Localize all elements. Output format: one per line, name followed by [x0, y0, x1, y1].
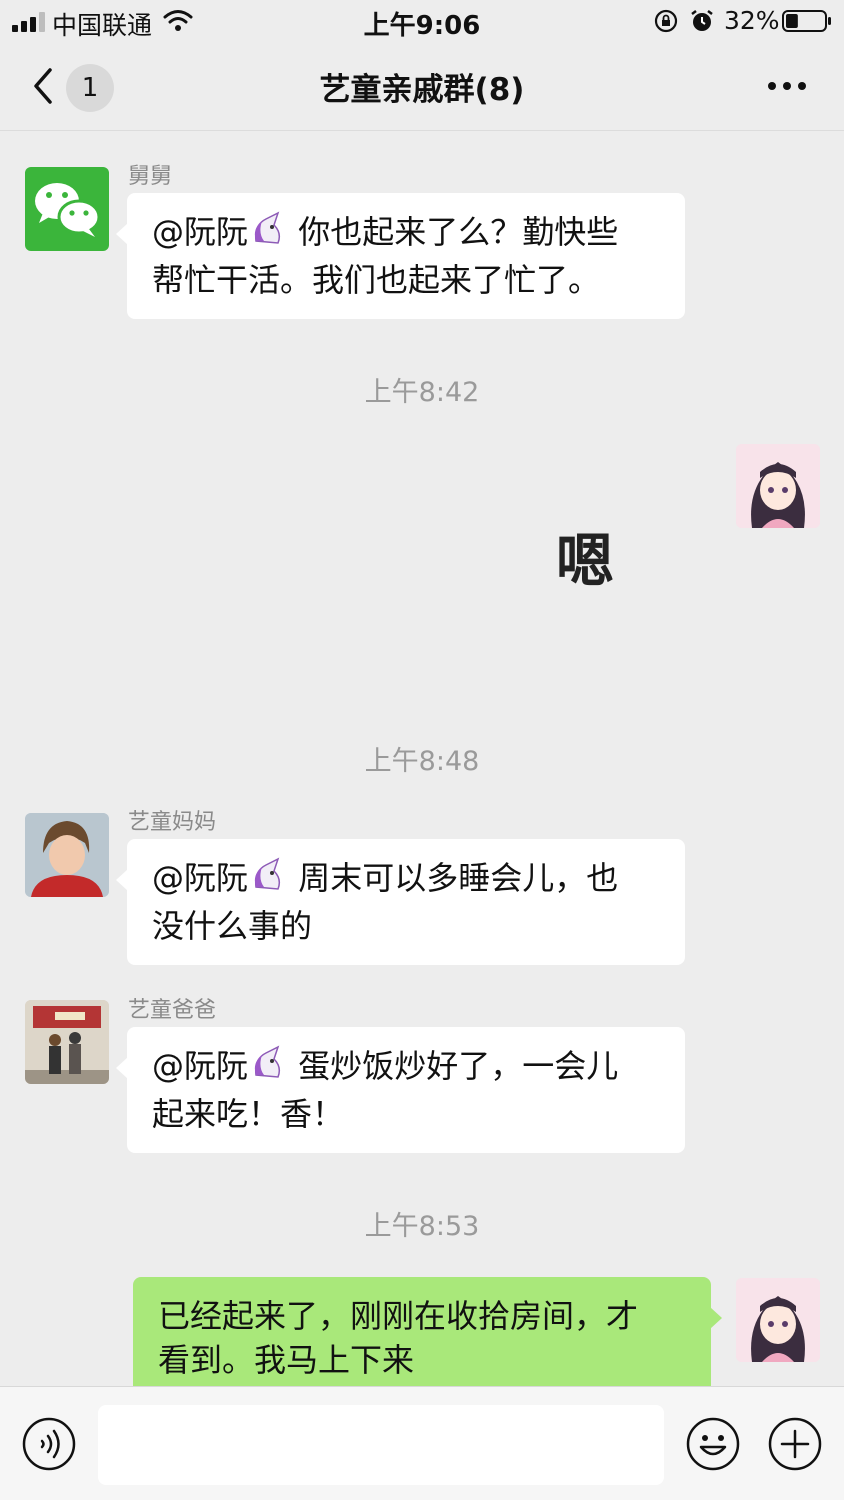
message-text: 周末可以多睡会儿，也 [288, 859, 619, 897]
my-avatar[interactable] [736, 444, 820, 528]
sticker-message[interactable]: 嗯 [556, 514, 614, 598]
battery-icon [782, 10, 831, 32]
anime-girl-avatar-icon [736, 1278, 820, 1362]
voice-icon[interactable] [22, 1417, 76, 1471]
input-bar [0, 1386, 844, 1500]
alarm-icon [691, 10, 713, 31]
chat-header: 1 艺童亲戚群(8) [0, 44, 844, 131]
timestamp: 上午8:53 [364, 1211, 480, 1242]
timestamp: 上午8:42 [364, 377, 480, 408]
message-line: @阮阮 你也起来了么？勤快些 [152, 210, 661, 258]
plus-icon[interactable] [768, 1417, 822, 1471]
rotation-lock-icon [654, 9, 678, 33]
more-icon[interactable] [766, 80, 808, 92]
sender-name: 艺童爸爸 [128, 998, 217, 1023]
avatar[interactable] [25, 167, 109, 251]
message-line: @阮阮 周末可以多睡会儿，也 [152, 856, 661, 904]
message-text: 你也起来了么？勤快些 [288, 213, 619, 251]
avatar[interactable] [25, 813, 109, 897]
my-avatar[interactable] [736, 1278, 820, 1362]
mention-text[interactable]: @阮阮 [152, 1047, 248, 1085]
sender-name: 艺童妈妈 [128, 810, 217, 835]
message-text: 起来吃！香！ [152, 1095, 345, 1133]
battery-percent: 32% [724, 6, 780, 35]
chat-title: 艺童亲戚群(8) [319, 72, 525, 108]
my-message-bubble[interactable]: 已经起来了，刚刚在收拾房间，才 看到。我马上下来 [133, 1277, 722, 1403]
message-bubble[interactable]: @阮阮 你也起来了么？勤快些 帮忙干活。我们也起来了忙了。 [116, 193, 685, 319]
message-bubble[interactable]: @阮阮 周末可以多睡会儿，也 没什么事的 [116, 839, 685, 965]
status-time: 上午9:06 [363, 11, 481, 41]
unicorn-emoji-icon [248, 211, 288, 258]
unicorn-emoji-icon [248, 1045, 288, 1092]
sender-name: 舅舅 [128, 164, 173, 189]
mention-text[interactable]: @阮阮 [152, 213, 248, 251]
avatar[interactable] [25, 1000, 109, 1084]
status-bar: 中国联通 上午9:06 32% [0, 0, 844, 44]
message-input[interactable] [98, 1405, 664, 1485]
wechat-logo-icon [35, 183, 101, 237]
message-text: 没什么事的 [152, 907, 313, 945]
message-text: 看到。我马上下来 [158, 1341, 415, 1379]
anime-girl-avatar-icon [736, 444, 820, 528]
timestamp: 上午8:48 [364, 746, 480, 777]
message-text: 帮忙干活。我们也起来了忙了。 [152, 261, 601, 299]
message-line: @阮阮 蛋炒饭炒好了，一会儿 [152, 1044, 661, 1092]
message-text: 已经起来了，刚刚在收拾房间，才 [158, 1297, 639, 1335]
emoji-icon[interactable] [686, 1417, 740, 1471]
mention-text[interactable]: @阮阮 [152, 859, 248, 897]
family-photo-icon [25, 1000, 109, 1084]
unicorn-emoji-icon [248, 857, 288, 904]
message-bubble[interactable]: @阮阮 蛋炒饭炒好了，一会儿 起来吃！香！ [116, 1027, 685, 1153]
message-text: 蛋炒饭炒好了，一会儿 [288, 1047, 619, 1085]
person-photo-icon [25, 813, 109, 897]
